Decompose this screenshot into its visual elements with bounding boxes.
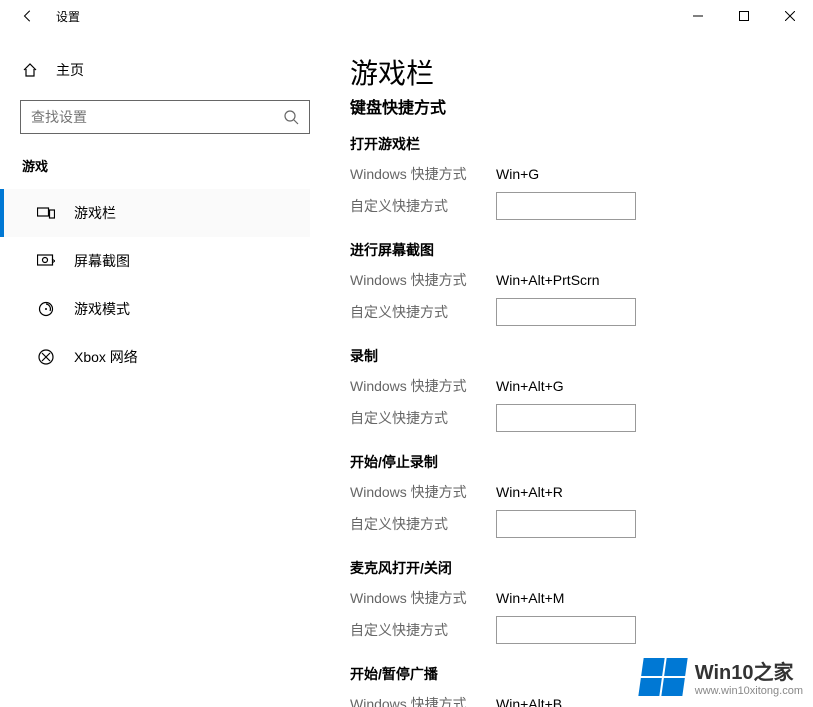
section-label: 麦克风打开/关闭 (350, 558, 783, 578)
page-title: 游戏栏 (350, 52, 783, 92)
home-link[interactable]: 主页 (20, 52, 310, 88)
windows-shortcut-label: Windows 快捷方式 (350, 482, 496, 502)
sidebar-item-label: 游戏模式 (74, 299, 130, 319)
shortcut-section-record: 录制 Windows 快捷方式 Win+Alt+G 自定义快捷方式 (350, 346, 783, 434)
custom-shortcut-label: 自定义快捷方式 (350, 408, 496, 428)
sidebar-item-xbox-network[interactable]: Xbox 网络 (0, 333, 310, 381)
custom-shortcut-label: 自定义快捷方式 (350, 302, 496, 322)
search-input[interactable] (31, 109, 283, 125)
sidebar-item-gamemode[interactable]: 游戏模式 (0, 285, 310, 333)
captures-icon (36, 253, 56, 269)
content-area: 游戏栏 键盘快捷方式 打开游戏栏 Windows 快捷方式 Win+G 自定义快… (330, 32, 813, 707)
gamemode-icon (36, 301, 56, 317)
windows-shortcut-label: Windows 快捷方式 (350, 270, 496, 290)
section-label: 开始/停止录制 (350, 452, 783, 472)
windows-shortcut-label: Windows 快捷方式 (350, 588, 496, 608)
windows-shortcut-label: Windows 快捷方式 (350, 694, 496, 707)
shortcut-section-startstop-record: 开始/停止录制 Windows 快捷方式 Win+Alt+R 自定义快捷方式 (350, 452, 783, 540)
section-label: 进行屏幕截图 (350, 240, 783, 260)
shortcut-value: Win+G (496, 166, 539, 182)
sidebar-item-gamebar[interactable]: 游戏栏 (0, 189, 310, 237)
shortcut-section-mic-toggle: 麦克风打开/关闭 Windows 快捷方式 Win+Alt+M 自定义快捷方式 (350, 558, 783, 646)
close-button[interactable] (767, 0, 813, 32)
sidebar-item-label: 屏幕截图 (74, 251, 130, 271)
shortcut-value: Win+Alt+M (496, 590, 564, 606)
shortcut-section-open-gamebar: 打开游戏栏 Windows 快捷方式 Win+G 自定义快捷方式 (350, 134, 783, 222)
custom-shortcut-input[interactable] (496, 510, 636, 538)
back-button[interactable] (12, 0, 44, 32)
watermark-title: Win10之家 (695, 656, 803, 685)
custom-shortcut-input[interactable] (496, 298, 636, 326)
maximize-button[interactable] (721, 0, 767, 32)
windows-shortcut-label: Windows 快捷方式 (350, 376, 496, 396)
gamebar-icon (36, 205, 56, 221)
section-label: 录制 (350, 346, 783, 366)
sidebar: 主页 游戏 游戏栏 屏幕截图 游戏模式 (0, 32, 330, 707)
windows-shortcut-label: Windows 快捷方式 (350, 164, 496, 184)
section-label: 打开游戏栏 (350, 134, 783, 154)
shortcut-value: Win+Alt+R (496, 484, 563, 500)
home-icon (20, 62, 40, 78)
custom-shortcut-label: 自定义快捷方式 (350, 196, 496, 216)
search-icon (283, 109, 299, 125)
xbox-icon (36, 349, 56, 365)
app-title: 设置 (56, 8, 80, 25)
sidebar-item-label: 游戏栏 (74, 203, 116, 223)
shortcut-section-screenshot: 进行屏幕截图 Windows 快捷方式 Win+Alt+PrtScrn 自定义快… (350, 240, 783, 328)
minimize-button[interactable] (675, 0, 721, 32)
search-box[interactable] (20, 100, 310, 134)
category-title: 游戏 (20, 156, 310, 175)
sidebar-item-captures[interactable]: 屏幕截图 (0, 237, 310, 285)
watermark-url: www.win10xitong.com (695, 685, 803, 697)
shortcut-value: Win+Alt+G (496, 378, 564, 394)
watermark-logo-icon (638, 658, 687, 696)
custom-shortcut-input[interactable] (496, 192, 636, 220)
sidebar-item-label: Xbox 网络 (74, 347, 138, 367)
home-label: 主页 (56, 60, 84, 80)
shortcut-value: Win+Alt+B (496, 696, 562, 707)
watermark: Win10之家 www.win10xitong.com (641, 656, 803, 697)
shortcut-value: Win+Alt+PrtScrn (496, 272, 599, 288)
custom-shortcut-label: 自定义快捷方式 (350, 620, 496, 640)
custom-shortcut-input[interactable] (496, 616, 636, 644)
page-subtitle: 键盘快捷方式 (350, 94, 783, 118)
custom-shortcut-label: 自定义快捷方式 (350, 514, 496, 534)
custom-shortcut-input[interactable] (496, 404, 636, 432)
